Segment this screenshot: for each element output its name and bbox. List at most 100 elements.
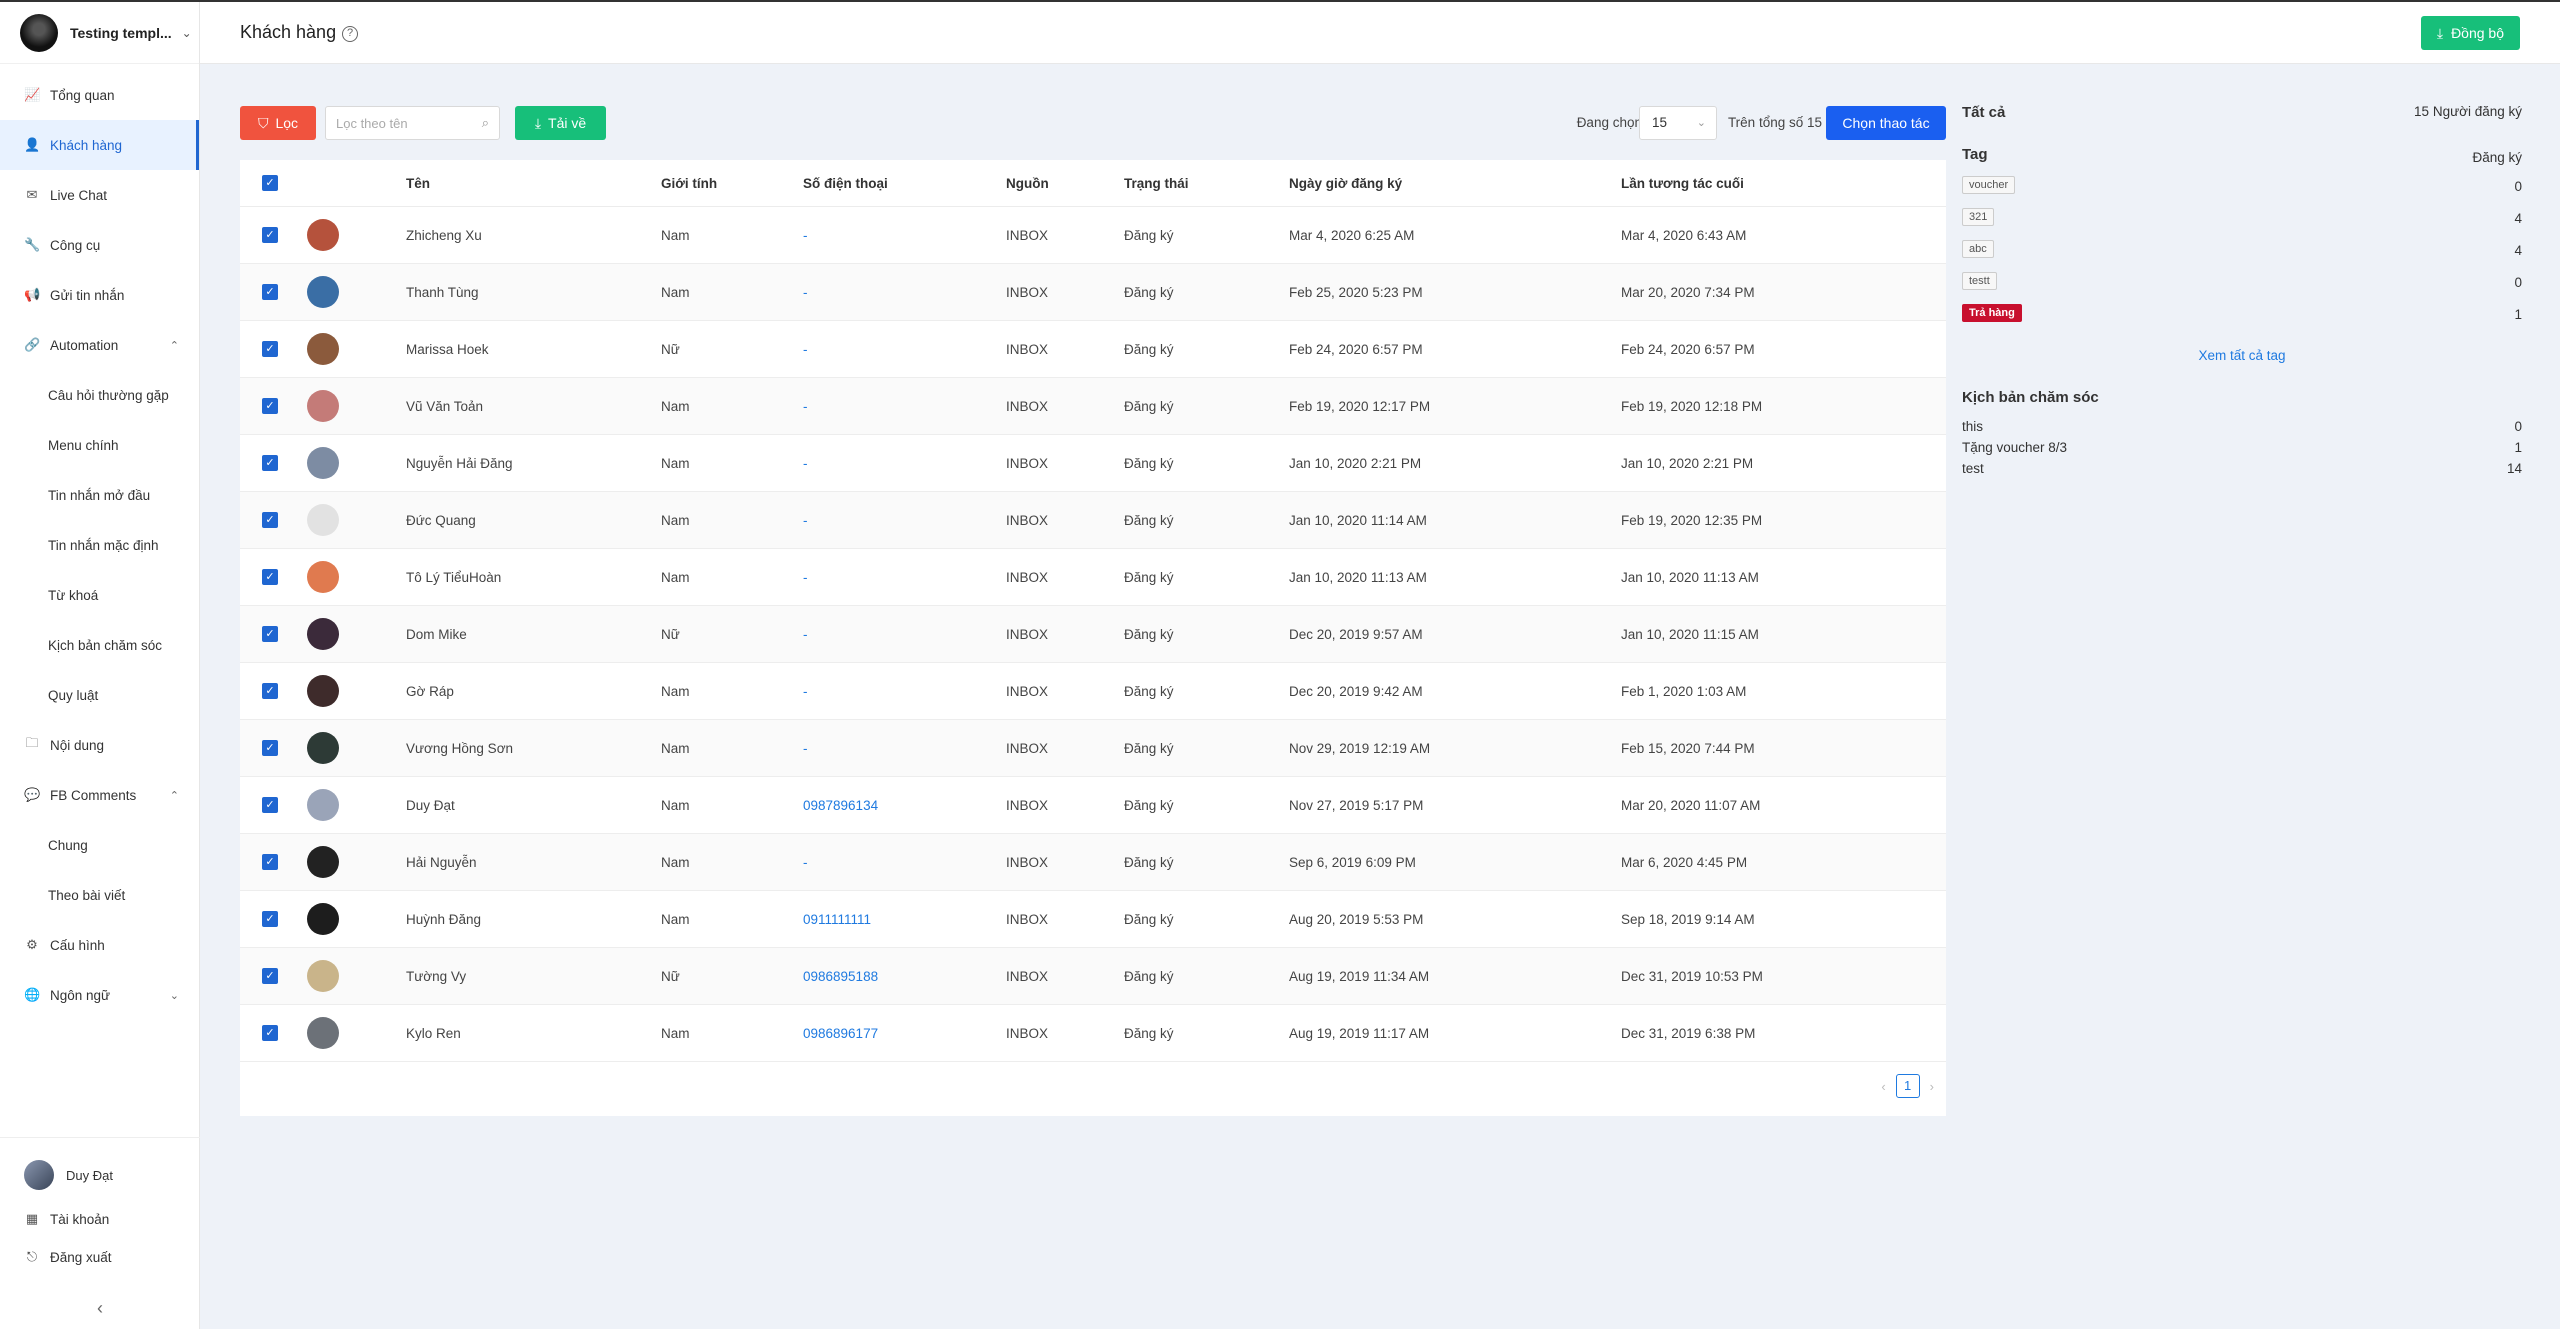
row-checkbox[interactable]: ✓	[262, 455, 278, 471]
download-button[interactable]: ⤓ Tải về	[515, 106, 606, 140]
row-checkbox[interactable]: ✓	[262, 968, 278, 984]
row-checkbox[interactable]: ✓	[262, 854, 278, 870]
cell-phone[interactable]: 0986896177	[803, 1026, 878, 1041]
column-header[interactable]: Số điện thoại	[803, 160, 888, 206]
sidebar-item[interactable]: 🔧 Công cụ	[0, 220, 199, 270]
filter-button[interactable]: ⛉ Lọc	[240, 106, 316, 140]
table-row[interactable]: ✓ Vũ Văn Toản Nam - INBOX Đăng ký Feb 19, 2020…	[240, 378, 1946, 435]
search-icon[interactable]: ⌕	[482, 115, 489, 131]
cell-phone[interactable]: -	[803, 342, 808, 357]
table-row[interactable]: ✓ Kylo Ren Nam 0986896177 INBOX Đăng ký Aug 19…	[240, 1005, 1946, 1062]
tag-chip[interactable]: Trả hàng	[1962, 304, 2022, 322]
column-header[interactable]: Lần tương tác cuối	[1621, 160, 1744, 206]
column-header[interactable]: Ngày giờ đăng ký	[1289, 160, 1402, 206]
sidebar-item[interactable]: 💬 FB Comments ⌃	[0, 770, 199, 820]
cell-phone[interactable]: -	[803, 285, 808, 300]
sidebar-item[interactable]: 📢 Gửi tin nhắn	[0, 270, 199, 320]
table-row[interactable]: ✓ Zhicheng Xu Nam - INBOX Đăng ký Mar 4, 2020 …	[240, 207, 1946, 264]
sidebar-item[interactable]: Theo bài viết	[0, 870, 199, 920]
row-checkbox[interactable]: ✓	[262, 569, 278, 585]
megaphone-icon: 📢	[24, 287, 41, 302]
cell-phone[interactable]: -	[803, 741, 808, 756]
search-input[interactable]	[326, 107, 466, 139]
cell-phone[interactable]: -	[803, 855, 808, 870]
sidebar-item[interactable]: 🌐 Ngôn ngữ ⌄	[0, 970, 199, 1020]
table-row[interactable]: ✓ Tường Vy Nữ 0986895188 INBOX Đăng ký Aug 19,…	[240, 948, 1946, 1005]
cell-phone[interactable]: -	[803, 456, 808, 471]
sidebar-item[interactable]: Kịch bản chăm sóc	[0, 620, 199, 670]
row-checkbox[interactable]: ✓	[262, 911, 278, 927]
sidebar-item[interactable]: 🔗 Automation ⌃	[0, 320, 199, 370]
current-user[interactable]: Duy Đạt	[0, 1150, 200, 1200]
tag-chip[interactable]: abc	[1962, 240, 1994, 258]
brand-switcher[interactable]: Testing templ... ⌄	[0, 2, 199, 64]
see-all-tags-link[interactable]: Xem tất cả tag	[1962, 348, 2522, 363]
table-row[interactable]: ✓ Marissa Hoek Nữ - INBOX Đăng ký Feb 24, 2020…	[240, 321, 1946, 378]
select-all-checkbox[interactable]: ✓	[262, 175, 278, 191]
sidebar-item[interactable]: 📈 Tổng quan	[0, 70, 199, 120]
sidebar-item[interactable]: 🗀 Nội dung	[0, 720, 199, 770]
row-checkbox[interactable]: ✓	[262, 341, 278, 357]
table-row[interactable]: ✓ Hải Nguyễn Nam - INBOX Đăng ký Sep 6, 2019 6…	[240, 834, 1946, 891]
sidebar-item[interactable]: ⚙ Cấu hình	[0, 920, 199, 970]
page-size-select[interactable]: 15 ⌄	[1639, 106, 1717, 140]
row-checkbox[interactable]: ✓	[262, 284, 278, 300]
column-header[interactable]: Nguồn	[1006, 160, 1049, 206]
row-checkbox[interactable]: ✓	[262, 227, 278, 243]
tag-chip[interactable]: voucher	[1962, 176, 2016, 194]
row-checkbox[interactable]: ✓	[262, 683, 278, 699]
table-row[interactable]: ✓ Vương Hồng Sơn Nam - INBOX Đăng ký Nov 29, 2…	[240, 720, 1946, 777]
row-checkbox[interactable]: ✓	[262, 797, 278, 813]
row-checkbox[interactable]: ✓	[262, 626, 278, 642]
table-row[interactable]: ✓ Duy Đạt Nam 0987896134 INBOX Đăng ký Nov 27,…	[240, 777, 1946, 834]
cell-phone[interactable]: -	[803, 627, 808, 642]
collapse-sidebar-icon[interactable]: ‹	[0, 1298, 200, 1319]
page-number[interactable]: 1	[1895, 1074, 1920, 1098]
sidebar-item[interactable]: Menu chính	[0, 420, 199, 470]
table-row[interactable]: ✓ Đức Quang Nam - INBOX Đăng ký Jan 10, 2020 1…	[240, 492, 1946, 549]
row-checkbox[interactable]: ✓	[262, 398, 278, 414]
cell-status: Đăng ký	[1124, 455, 1174, 471]
table-row[interactable]: ✓ Huỳnh Đăng Nam 0911111111 INBOX Đăng ký Aug …	[240, 891, 1946, 948]
cell-phone[interactable]: -	[803, 570, 808, 585]
table-row[interactable]: ✓ Dom Mike Nữ - INBOX Đăng ký Dec 20, 2019 9:5…	[240, 606, 1946, 663]
all-count: 15 Người đăng ký	[2414, 104, 2522, 119]
prev-page-icon[interactable]: ‹	[1881, 1079, 1885, 1094]
sidebar-item[interactable]: Quy luật	[0, 670, 199, 720]
cell-phone[interactable]: -	[803, 684, 808, 699]
sidebar-item[interactable]: Từ khoá	[0, 570, 199, 620]
cell-phone[interactable]: 0986895188	[803, 969, 878, 984]
cell-phone[interactable]: -	[803, 399, 808, 414]
account-link[interactable]: ▦ Tài khoản	[0, 1200, 200, 1238]
table-row[interactable]: ✓ Tô Lý TiểuHoàn Nam - INBOX Đăng ký Jan 10, 2…	[240, 549, 1946, 606]
row-checkbox[interactable]: ✓	[262, 740, 278, 756]
scenario-row[interactable]: test 14	[1962, 461, 2522, 482]
column-header[interactable]: Giới tính	[661, 160, 717, 206]
row-checkbox[interactable]: ✓	[262, 512, 278, 528]
sidebar-item[interactable]: Tin nhắn mặc định	[0, 520, 199, 570]
sidebar-item[interactable]: ✉ Live Chat	[0, 170, 199, 220]
scenario-row[interactable]: Tặng voucher 8/3 1	[1962, 440, 2522, 461]
scenario-row[interactable]: this 0	[1962, 419, 2522, 440]
help-icon[interactable]: ?	[342, 26, 359, 42]
sync-button[interactable]: ⤓ Đồng bộ	[2420, 16, 2520, 50]
choose-action-button[interactable]: Chọn thao tác	[1826, 106, 1946, 140]
sidebar-item[interactable]: Câu hỏi thường gặp	[0, 370, 199, 420]
table-row[interactable]: ✓ Nguyễn Hải Đăng Nam - INBOX Đăng ký Jan 10, …	[240, 435, 1946, 492]
logout-link[interactable]: ⎋ Đăng xuất	[0, 1238, 200, 1276]
cell-phone[interactable]: 0987896134	[803, 798, 878, 813]
next-page-icon[interactable]: ›	[1930, 1079, 1934, 1094]
row-checkbox[interactable]: ✓	[262, 1025, 278, 1041]
tag-chip[interactable]: 321	[1962, 208, 1995, 226]
column-header[interactable]: Tên	[406, 160, 430, 206]
sidebar-item[interactable]: Chung	[0, 820, 199, 870]
table-row[interactable]: ✓ Thanh Tùng Nam - INBOX Đăng ký Feb 25, 2020 …	[240, 264, 1946, 321]
cell-phone[interactable]: -	[803, 228, 808, 243]
table-row[interactable]: ✓ Gờ Ráp Nam - INBOX Đăng ký Dec 20, 2019 9:42…	[240, 663, 1946, 720]
cell-phone[interactable]: -	[803, 513, 808, 528]
cell-phone[interactable]: 0911111111	[803, 912, 871, 927]
sidebar-item[interactable]: Tin nhắn mở đầu	[0, 470, 199, 520]
column-header[interactable]: Trạng thái	[1124, 160, 1189, 206]
sidebar-item[interactable]: 👤 Khách hàng	[0, 120, 199, 170]
tag-chip[interactable]: testt	[1962, 272, 1997, 290]
